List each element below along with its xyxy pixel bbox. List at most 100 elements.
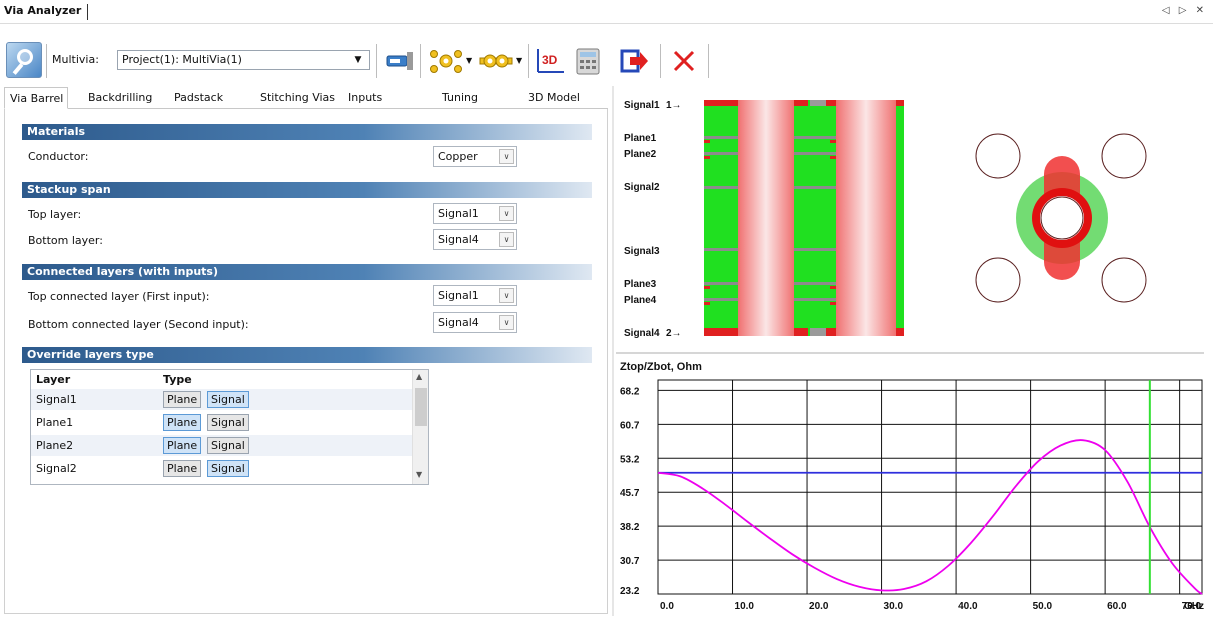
top-connected-value: Signal1 [438, 289, 479, 302]
toolbar-separator [528, 44, 529, 78]
chevron-down-icon[interactable]: ∨ [499, 149, 514, 164]
stackup-label: Plane2 [624, 149, 657, 160]
y-tick-label: 38.2 [620, 522, 640, 533]
table-row[interactable]: Signal1 Plane Signal [31, 389, 412, 410]
top-layer-select[interactable]: Signal1 ∨ [433, 203, 517, 224]
bottom-layer-select[interactable]: Signal4 ∨ [433, 229, 517, 250]
chevron-down-icon[interactable]: ∨ [499, 315, 514, 330]
scrollbar-thumb[interactable] [415, 388, 427, 426]
signal-button[interactable]: Signal [207, 414, 249, 431]
tab-via-barrel[interactable]: Via Barrel [4, 87, 68, 109]
x-tick-label: 50.0 [1033, 601, 1053, 612]
via-pattern-dropdown-icon[interactable]: ▼ [466, 56, 472, 65]
x-tick-label: 30.0 [884, 601, 904, 612]
column-header-type[interactable]: Type [163, 373, 192, 386]
vertical-splitter[interactable] [612, 86, 614, 616]
scroll-down-icon[interactable]: ▼ [416, 470, 422, 479]
column-header-layer[interactable]: Layer [36, 373, 70, 386]
top-layer-label: Top layer: [28, 208, 82, 221]
y-tick-label: 30.7 [620, 556, 640, 567]
plane-button[interactable]: Plane [163, 391, 202, 408]
window-title: Via Analyzer [4, 4, 89, 20]
layer-name: Signal1 [36, 393, 77, 406]
horizontal-splitter[interactable] [616, 352, 1204, 354]
x-tick-label: 60.0 [1107, 601, 1127, 612]
scroll-up-icon[interactable]: ▲ [416, 372, 422, 381]
bottom-layer-label: Bottom layer: [28, 234, 103, 247]
title-bar: Via Analyzer ◁ ▷ ✕ [0, 0, 1213, 24]
tab-bar: Via Barrel Backdrilling Padstack Stitchi… [4, 87, 608, 109]
stackup-label: Plane3 [624, 279, 657, 290]
bottom-connected-select[interactable]: Signal4 ∨ [433, 312, 517, 333]
y-tick-label: 53.2 [620, 454, 640, 465]
signal-button[interactable]: Signal [207, 460, 249, 477]
port-1-label: 1→ [666, 100, 682, 111]
bottom-connected-label: Bottom connected layer (Second input): [28, 318, 249, 331]
table-row[interactable]: Plane1 Plane Signal [31, 412, 412, 433]
signal-button[interactable]: Signal [207, 437, 249, 454]
tab-3d-model[interactable]: 3D Model [528, 87, 580, 109]
layer-name: Plane1 [36, 416, 74, 429]
conductor-select[interactable]: Copper ∨ [433, 146, 517, 167]
toolbar: Multivia: Project(1): MultiVia(1) ▼ ▼ ▼ … [0, 36, 612, 86]
tab-tuning[interactable]: Tuning [442, 87, 478, 109]
x-tick-label: 0.0 [660, 601, 674, 612]
multivia-select[interactable]: Project(1): MultiVia(1) [117, 50, 370, 70]
multivia-value: Project(1): MultiVia(1) [122, 53, 242, 66]
padstack-top-view [920, 92, 1204, 344]
stackup-label: Signal2 [624, 182, 660, 193]
close-red-icon[interactable] [668, 46, 700, 76]
section-override-layers: Override layers type [22, 347, 592, 363]
plot-area [657, 379, 1203, 595]
signal-button[interactable]: Signal [207, 391, 249, 408]
tab-backdrilling[interactable]: Backdrilling [88, 87, 152, 109]
calculator-icon[interactable] [572, 46, 604, 76]
stackup-label: Plane4 [624, 295, 657, 306]
via-chain-dropdown-icon[interactable]: ▼ [516, 56, 522, 65]
chevron-down-icon[interactable]: ∨ [499, 288, 514, 303]
analyzer-icon[interactable] [6, 42, 42, 78]
table-row[interactable]: Plane2 Plane Signal [31, 435, 412, 456]
tab-padstack[interactable]: Padstack [174, 87, 223, 109]
3d-view-icon[interactable]: 3D [534, 46, 566, 76]
stackup-label: Signal4 [624, 328, 660, 339]
plane-button[interactable]: Plane [163, 414, 202, 431]
stackup-label: Signal1 [624, 100, 660, 111]
stackup-label: Plane1 [624, 133, 657, 144]
y-tick-label: 68.2 [620, 386, 640, 397]
top-connected-label: Top connected layer (First input): [28, 290, 210, 303]
table-row[interactable]: Signal2 Plane Signal [31, 458, 412, 479]
via-chain-icon[interactable] [478, 46, 514, 76]
top-connected-select[interactable]: Signal1 ∨ [433, 285, 517, 306]
multivia-label: Multivia: [52, 53, 99, 66]
stackup-label: Signal3 [624, 246, 660, 257]
plane-button[interactable]: Plane [163, 437, 202, 454]
tab-stitching-vias[interactable]: Stitching Vias [260, 87, 335, 109]
multivia-dropdown-arrow-icon[interactable]: ▼ [349, 51, 367, 69]
window-controls[interactable]: ◁ ▷ ✕ [1162, 5, 1207, 16]
section-materials: Materials [22, 124, 592, 140]
export-icon[interactable] [618, 46, 650, 76]
top-layer-value: Signal1 [438, 207, 479, 220]
section-connected-layers: Connected layers (with inputs) [22, 264, 592, 280]
probe-icon[interactable] [384, 46, 416, 76]
conductor-value: Copper [438, 150, 478, 163]
chevron-down-icon[interactable]: ∨ [499, 232, 514, 247]
x-tick-label: 10.0 [735, 601, 755, 612]
y-tick-label: 60.7 [620, 420, 640, 431]
plane-button[interactable]: Plane [163, 460, 202, 477]
x-axis-label: GHz [1184, 601, 1204, 612]
via-pattern-icon[interactable] [428, 46, 464, 76]
x-tick-label: 20.0 [809, 601, 829, 612]
y-tick-label: 45.7 [620, 488, 640, 499]
toolbar-separator [708, 44, 709, 78]
table-scrollbar[interactable]: ▲ ▼ [412, 370, 428, 484]
impedance-chart: Ztop/Zbot, Ohm 68.2 60.7 53.2 45.7 38.2 30.7 2… [618, 356, 1212, 614]
override-layers-table[interactable]: Layer Type Signal1 Plane Signal Plane1 P… [30, 369, 429, 485]
tab-inputs[interactable]: Inputs [348, 87, 382, 109]
section-stackup-span: Stackup span [22, 182, 592, 198]
y-tick-label: 23.2 [620, 586, 640, 597]
chevron-down-icon[interactable]: ∨ [499, 206, 514, 221]
bottom-layer-value: Signal4 [438, 233, 479, 246]
svg-text:3D: 3D [542, 53, 558, 67]
